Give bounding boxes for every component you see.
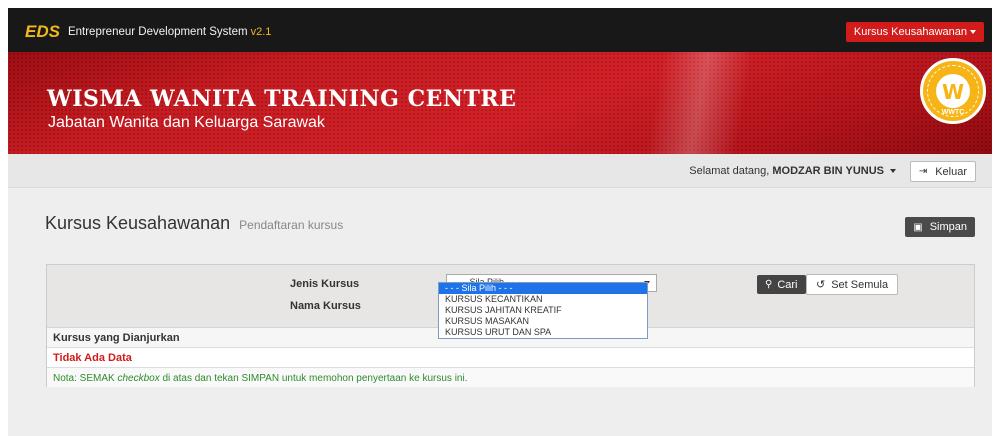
kursus-menu-label: Kursus Keusahawanan [853,26,967,38]
floppy-disk-icon: ▣ [913,221,923,233]
banner-title: WISMA WANITA TRAINING CENTRE [47,86,517,112]
logout-icon: ⇥ [918,166,928,177]
logo-letter: W [941,80,965,104]
option-sila-pilih[interactable]: - - - Sila Pilih - - - [439,283,647,294]
option-jahitan-kreatif[interactable]: KURSUS JAHITAN KREATIF [439,305,647,316]
app-frame: EDS Entrepreneur Development System v2.1… [8,8,992,436]
user-menu[interactable]: Selamat datang, MODZAR BIN YUNUS [689,165,896,177]
note-prefix: Nota: SEMAK [53,373,118,384]
logo-tag: WWTC [941,109,965,116]
version-label: v2.1 [250,26,272,38]
caret-down-icon [970,30,976,34]
banner-subtitle: Jabatan Wanita dan Keluarga Sarawak [48,114,325,131]
wwtc-logo: W WWTC [920,58,986,124]
logo-inner: W [936,74,970,108]
kursus-menu-button[interactable]: Kursus Keusahawanan [845,22,984,42]
search-icon: ⚲ [765,279,773,290]
logout-button[interactable]: ⇥ Keluar [909,161,976,182]
option-kecantikan[interactable]: KURSUS KECANTIKAN [439,294,647,305]
jenis-kursus-label: Jenis Kursus [290,278,360,290]
caret-down-icon [890,169,896,173]
option-masakan[interactable]: KURSUS MASAKAN [439,316,647,327]
reset-icon: ↺ [816,279,826,291]
page-title: Kursus Keusahawanan Pendaftaran kursus [45,213,343,234]
nama-kursus-label: Nama Kursus [290,300,361,312]
header-banner: WISMA WANITA TRAINING CENTRE Jabatan Wan… [8,52,992,154]
save-button[interactable]: ▣ Simpan [905,217,975,237]
brand-text: Entrepreneur Development System [67,26,248,38]
welcome-prefix: Selamat datang, [689,165,770,177]
page-title-text: Kursus Keusahawanan [45,213,231,233]
search-button[interactable]: ⚲ Cari [757,275,806,294]
option-urut-dan-spa[interactable]: KURSUS URUT DAN SPA [439,327,647,338]
note-emphasis: checkbox [117,373,160,384]
save-label: Simpan [929,221,967,233]
note-text: Nota: SEMAK checkbox di atas dan tekan S… [47,368,974,387]
user-bar: Selamat datang, MODZAR BIN YUNUS ⇥ Kelua… [8,154,992,188]
user-name: MODZAR BIN YUNUS [772,165,884,177]
reset-label: Set Semula [831,278,889,291]
search-label: Cari [777,278,798,291]
jenis-kursus-options: - - - Sila Pilih - - - KURSUS KECANTIKAN… [438,282,648,339]
logout-label: Keluar [935,165,967,178]
brand[interactable]: EDS Entrepreneur Development System v2.1 [25,22,271,42]
reset-button[interactable]: ↺ Set Semula [806,274,899,295]
note-suffix: di atas dan tekan SIMPAN untuk memohon p… [159,373,468,384]
eds-logo: EDS [25,22,60,41]
page-subtitle: Pendaftaran kursus [239,218,344,232]
top-navbar: EDS Entrepreneur Development System v2.1… [8,8,992,52]
empty-message: Tidak Ada Data [47,348,974,368]
